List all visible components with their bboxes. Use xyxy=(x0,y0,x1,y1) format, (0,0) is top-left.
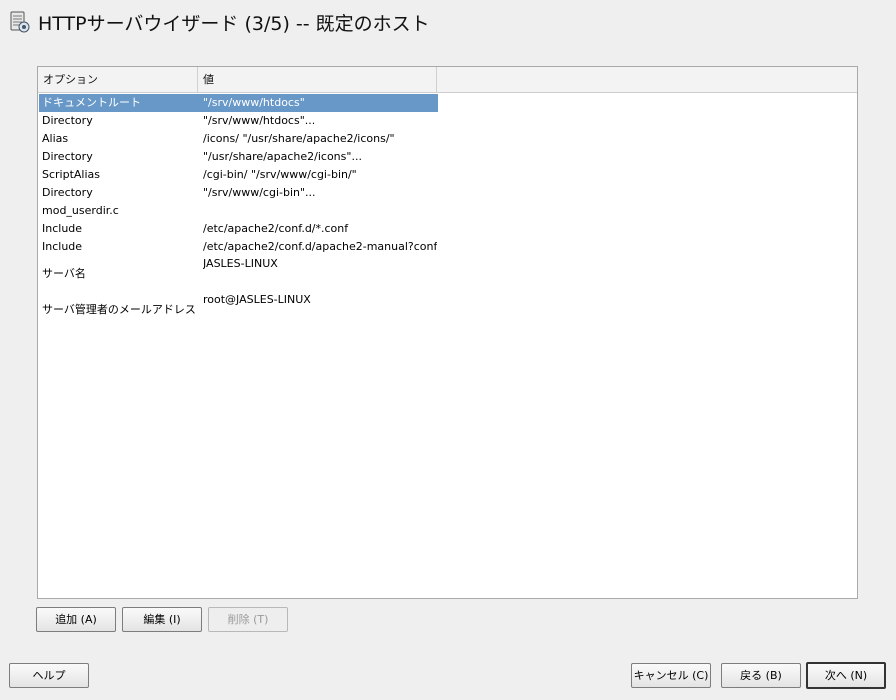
wizard-title: HTTPサーバウイザード (3/5) -- 既定のホスト xyxy=(38,12,430,35)
help-button[interactable]: ヘルプ xyxy=(9,663,89,688)
table-row[interactable]: Alias /icons/ "/usr/share/apache2/icons/… xyxy=(39,130,438,148)
back-button[interactable]: 戻る (B) xyxy=(721,663,801,688)
value-cell: "/usr/share/apache2/icons"... xyxy=(203,150,362,163)
table-row[interactable]: ScriptAlias /cgi-bin/ "/srv/www/cgi-bin/… xyxy=(39,166,438,184)
value-cell xyxy=(203,202,437,220)
edit-button[interactable]: 編集 (I) xyxy=(122,607,202,632)
option-cell: Include xyxy=(42,222,83,235)
value-cell: "/srv/www/htdocs" xyxy=(203,96,305,109)
wizard-title-bar: HTTPサーバウイザード (3/5) -- 既定のホスト xyxy=(8,6,430,38)
value-cell: "/srv/www/cgi-bin"... xyxy=(203,186,316,199)
table-header: オプション 値 xyxy=(38,67,857,93)
option-cell: サーバ管理者のメールアドレス xyxy=(42,303,196,316)
table-row[interactable]: mod_userdir.c xyxy=(39,202,438,220)
option-cell: Directory xyxy=(42,114,93,127)
column-header-option[interactable]: オプション xyxy=(38,67,198,92)
table-row[interactable]: Directory "/usr/share/apache2/icons"... xyxy=(39,148,438,166)
table-row[interactable]: サーバ名 JASLES-LINUX xyxy=(39,256,438,292)
value-cell: /cgi-bin/ "/srv/www/cgi-bin/" xyxy=(203,168,357,181)
server-config-icon xyxy=(10,11,30,33)
option-cell: ドキュメントルート xyxy=(42,96,141,109)
option-cell: mod_userdir.c xyxy=(42,204,119,217)
cancel-button[interactable]: キャンセル (C) xyxy=(631,663,711,688)
table-row[interactable]: Include /etc/apache2/conf.d/apache2-manu… xyxy=(39,238,438,256)
value-cell: "/srv/www/htdocs"... xyxy=(203,114,316,127)
option-cell: Directory xyxy=(42,186,93,199)
value-cell: root@JASLES-LINUX xyxy=(203,293,311,306)
table-row[interactable]: Directory "/srv/www/cgi-bin"... xyxy=(39,184,438,202)
table-row[interactable]: ドキュメントルート "/srv/www/htdocs" xyxy=(39,94,438,112)
options-table[interactable]: オプション 値 ドキュメントルート "/srv/www/htdocs" Dire… xyxy=(37,66,858,599)
option-cell: Directory xyxy=(42,150,93,163)
option-cell: ScriptAlias xyxy=(42,168,101,181)
table-row[interactable]: サーバ管理者のメールアドレス root@JASLES-LINUX xyxy=(39,292,438,328)
table-row[interactable]: Directory "/srv/www/htdocs"... xyxy=(39,112,438,130)
value-cell: JASLES-LINUX xyxy=(203,257,278,270)
next-button[interactable]: 次へ (N) xyxy=(806,662,886,689)
value-cell: /etc/apache2/conf.d/*.conf xyxy=(203,222,349,235)
value-cell: /etc/apache2/conf.d/apache2-manual?conf xyxy=(203,240,437,253)
add-button[interactable]: 追加 (A) xyxy=(36,607,116,632)
option-cell: Alias xyxy=(42,132,69,145)
delete-button[interactable]: 削除 (T) xyxy=(208,607,288,632)
column-header-value[interactable]: 値 xyxy=(198,67,437,92)
table-row[interactable]: Include /etc/apache2/conf.d/*.conf xyxy=(39,220,438,238)
option-cell: サーバ名 xyxy=(42,267,86,280)
value-cell: /icons/ "/usr/share/apache2/icons/" xyxy=(203,132,395,145)
option-cell: Include xyxy=(42,240,83,253)
